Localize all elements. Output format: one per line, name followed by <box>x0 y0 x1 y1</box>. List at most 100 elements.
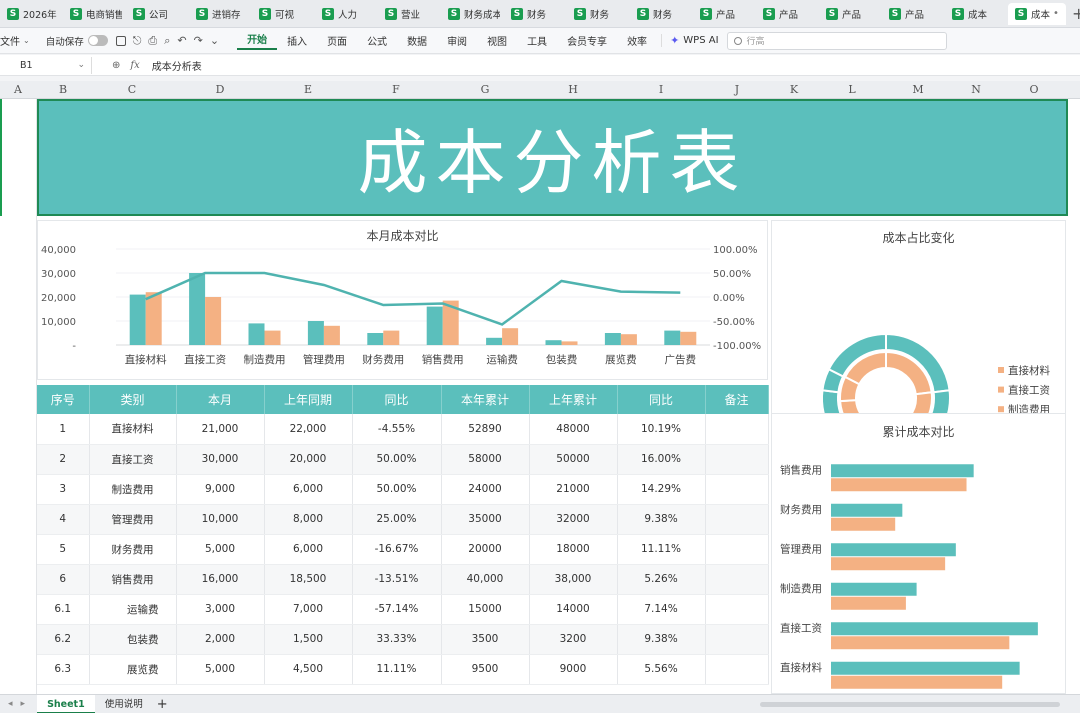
save-icon[interactable] <box>115 35 126 46</box>
document-tab[interactable]: S 产品 <box>819 3 882 25</box>
document-tab[interactable]: S 成本 • <box>1008 2 1066 25</box>
table-cell[interactable]: 15000 <box>441 594 530 625</box>
column-header[interactable]: A <box>6 81 30 99</box>
table-cell[interactable]: 32000 <box>529 504 618 535</box>
table-cell[interactable]: -16.67% <box>352 534 442 565</box>
document-tab[interactable]: S 产品 <box>693 3 756 25</box>
table-cell[interactable] <box>705 594 769 625</box>
table-cell[interactable]: 管理费用 <box>89 504 177 535</box>
table-cell[interactable]: 3 <box>37 474 90 505</box>
table-header-cell[interactable]: 同比 <box>617 385 706 414</box>
column-header[interactable]: L <box>840 81 864 99</box>
table-cell[interactable]: 35000 <box>441 504 530 535</box>
table-cell[interactable]: 包装费 <box>89 624 177 655</box>
table-cell[interactable] <box>705 474 769 505</box>
document-tab[interactable]: S 成本 <box>945 3 1008 25</box>
table-header-cell[interactable]: 本月 <box>176 385 265 414</box>
table-cell[interactable]: 4,500 <box>264 654 353 685</box>
table-cell[interactable]: 10.19% <box>617 414 706 445</box>
file-menu[interactable]: 文件 <box>0 33 20 48</box>
column-header[interactable]: B <box>51 81 75 99</box>
horizontal-scrollbar[interactable] <box>760 702 1060 707</box>
table-cell[interactable]: 22,000 <box>264 414 353 445</box>
table-cell[interactable]: 14.29% <box>617 474 706 505</box>
ribbon-tab[interactable]: 插入 <box>277 33 317 48</box>
table-cell[interactable]: 6 <box>37 564 90 595</box>
table-header-cell[interactable]: 上年累计 <box>529 385 618 414</box>
table-cell[interactable] <box>705 564 769 595</box>
column-header[interactable]: E <box>296 81 320 99</box>
column-header[interactable]: O <box>1022 81 1046 99</box>
table-cell[interactable]: 1,500 <box>264 624 353 655</box>
document-tab[interactable]: S 产品 <box>882 3 945 25</box>
table-cell[interactable]: 52890 <box>441 414 530 445</box>
document-tab[interactable]: S 电商销售 <box>63 3 126 25</box>
document-tab[interactable]: S 公司 <box>126 3 189 25</box>
table-cell[interactable] <box>705 534 769 565</box>
table-cell[interactable]: 5,000 <box>176 534 265 565</box>
table-cell[interactable]: 30,000 <box>176 444 265 475</box>
table-cell[interactable]: 7.14% <box>617 594 706 625</box>
table-cell[interactable]: 38,000 <box>529 564 618 595</box>
document-tab[interactable]: S 人力 <box>315 3 378 25</box>
table-cell[interactable]: 9500 <box>441 654 530 685</box>
autosave-toggle[interactable] <box>87 35 108 46</box>
hbar-chart-panel[interactable]: 累计成本对比 直接材料 直接工资 制造费用 管理费用 财务费用 销售费用 <box>771 413 1066 694</box>
table-cell[interactable]: 6.3 <box>37 654 90 685</box>
table-cell[interactable]: 3500 <box>441 624 530 655</box>
search-box[interactable]: 行高 <box>726 31 947 50</box>
document-tab[interactable]: S 2026年 <box>0 3 63 25</box>
table-header-cell[interactable]: 同比 <box>352 385 442 414</box>
ribbon-tab[interactable]: 效率 <box>617 33 657 48</box>
table-cell[interactable]: 20000 <box>441 534 530 565</box>
ribbon-tab[interactable]: 视图 <box>477 33 517 48</box>
table-cell[interactable]: 8,000 <box>264 504 353 535</box>
table-cell[interactable]: 3,000 <box>176 594 265 625</box>
sheet-nav-next-icon[interactable]: ▸ <box>21 699 26 709</box>
table-header-cell[interactable]: 本年累计 <box>441 385 530 414</box>
ribbon-tab[interactable]: 数据 <box>397 33 437 48</box>
sheet-tab-instructions[interactable]: 使用说明 <box>95 695 153 713</box>
close-tab-icon[interactable]: • <box>1053 8 1059 19</box>
worksheet-grid[interactable]: 成本分析表 本月成本对比 40,000 30,000 20,000 10,000-10… <box>0 99 1080 694</box>
table-cell[interactable]: 3200 <box>529 624 618 655</box>
document-tab[interactable]: S 财务 <box>504 3 567 25</box>
column-header[interactable]: F <box>384 81 408 99</box>
table-cell[interactable] <box>705 654 769 685</box>
table-cell[interactable]: 50.00% <box>352 474 442 505</box>
table-cell[interactable]: 9.38% <box>617 504 706 535</box>
table-cell[interactable]: 直接材料 <box>89 414 177 445</box>
table-cell[interactable]: 21,000 <box>176 414 265 445</box>
share-icon[interactable]: ⎋ <box>133 34 142 48</box>
more-icon[interactable]: ⌄ <box>210 34 219 47</box>
document-tab[interactable]: S 财务成本 <box>441 3 504 25</box>
table-cell[interactable]: 财务费用 <box>89 534 177 565</box>
table-cell[interactable]: 25.00% <box>352 504 442 535</box>
table-cell[interactable] <box>705 444 769 475</box>
document-tab[interactable]: S 产品 <box>756 3 819 25</box>
ribbon-tab[interactable]: 会员专享 <box>557 33 617 48</box>
table-cell[interactable]: 5.56% <box>617 654 706 685</box>
table-cell[interactable]: 40,000 <box>441 564 530 595</box>
function-icon[interactable]: fx <box>130 60 139 71</box>
column-header[interactable]: K <box>782 81 806 99</box>
table-cell[interactable]: 5,000 <box>176 654 265 685</box>
table-cell[interactable]: 5 <box>37 534 90 565</box>
table-cell[interactable]: 58000 <box>441 444 530 475</box>
ribbon-tab[interactable]: 工具 <box>517 33 557 48</box>
table-cell[interactable]: 50.00% <box>352 444 442 475</box>
table-cell[interactable]: 制造费用 <box>89 474 177 505</box>
table-header-cell[interactable]: 上年同期 <box>264 385 353 414</box>
table-cell[interactable]: 24000 <box>441 474 530 505</box>
ribbon-tab[interactable]: 公式 <box>357 33 397 48</box>
table-header-cell[interactable]: 序号 <box>37 385 90 414</box>
table-cell[interactable]: 18000 <box>529 534 618 565</box>
table-cell[interactable]: 9.38% <box>617 624 706 655</box>
column-header[interactable]: H <box>561 81 585 99</box>
table-cell[interactable]: 2,000 <box>176 624 265 655</box>
title-banner[interactable]: 成本分析表 <box>37 99 1068 216</box>
table-cell[interactable]: 50000 <box>529 444 618 475</box>
table-cell[interactable]: 11.11% <box>352 654 442 685</box>
table-cell[interactable]: -13.51% <box>352 564 442 595</box>
sheet-nav-prev-icon[interactable]: ◂ <box>8 699 13 709</box>
